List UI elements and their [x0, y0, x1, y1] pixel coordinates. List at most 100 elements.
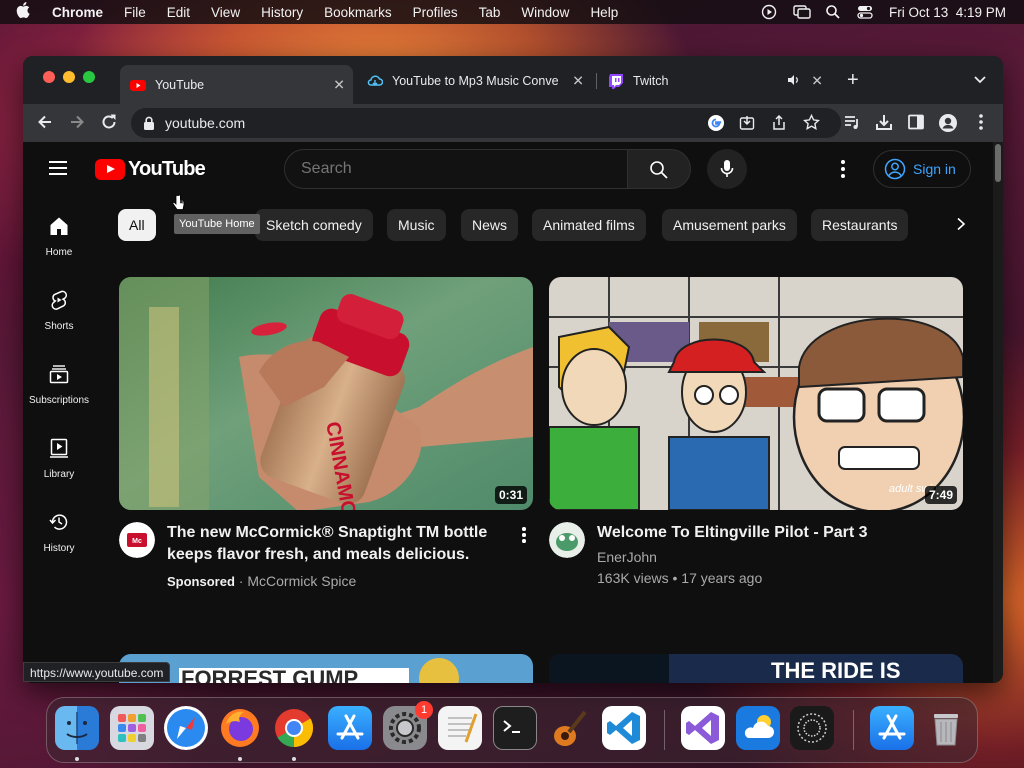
thumb-text: THE RIDE IS [771, 658, 901, 683]
lock-icon[interactable] [143, 116, 155, 133]
chip-sketch-comedy[interactable]: Sketch comedy [255, 209, 373, 241]
new-tab-button[interactable]: + [847, 70, 859, 90]
close-tab-icon[interactable]: ✕ [333, 76, 345, 93]
dock-vscode[interactable] [602, 706, 646, 750]
menu-history[interactable]: History [261, 5, 303, 20]
sidebar-item-label: Subscriptions [28, 395, 90, 406]
sidebar-item-shorts[interactable]: Shorts [23, 272, 95, 346]
profile-avatar-icon[interactable] [938, 113, 958, 133]
spotlight-search-icon[interactable] [825, 4, 841, 20]
channel-name[interactable]: McCormick Spice [247, 573, 356, 589]
video-thumbnail-partial[interactable]: FORREST GUMP [119, 654, 533, 683]
dock-app-store[interactable] [328, 706, 372, 750]
sidebar-item-history[interactable]: History [23, 494, 95, 568]
dock-textedit[interactable] [438, 706, 482, 750]
speaker-icon[interactable] [787, 73, 801, 90]
menu-bookmarks[interactable]: Bookmarks [324, 5, 392, 20]
video-title[interactable]: The new McCormick® Snaptight TM bottle k… [167, 522, 507, 566]
forward-button[interactable] [67, 113, 87, 133]
video-card-mccormick[interactable]: CINNAMON 0:31 Mc The new McCormick® Snap… [119, 277, 533, 597]
tab-search-chevron-icon[interactable] [973, 72, 987, 91]
dock-geforce-filter[interactable] [790, 706, 834, 750]
media-queue-icon[interactable] [842, 113, 862, 133]
menu-tab[interactable]: Tab [479, 5, 501, 20]
notification-badge: 1 [415, 701, 433, 719]
chip-amusement-parks[interactable]: Amusement parks [662, 209, 797, 241]
chrome-menu-icon[interactable] [971, 113, 991, 133]
chip-all[interactable]: All [118, 209, 156, 241]
voice-search-button[interactable] [707, 149, 747, 189]
chevron-right-icon[interactable] [949, 213, 973, 237]
menu-help[interactable]: Help [590, 5, 618, 20]
menu-bar: Chrome File Edit View History Bookmarks … [0, 0, 1024, 24]
menu-edit[interactable]: Edit [167, 5, 190, 20]
settings-menu-icon[interactable] [841, 160, 845, 178]
channel-avatar[interactable]: Mc [119, 522, 155, 558]
video-thumbnail[interactable]: adult swim 7:49 [549, 277, 963, 510]
youtube-logo[interactable]: YouTube [95, 158, 206, 181]
link-status-bubble: https://www.youtube.com [23, 662, 171, 682]
share-icon[interactable] [771, 114, 787, 134]
close-window-button[interactable] [43, 71, 55, 83]
media-play-icon[interactable] [761, 4, 777, 20]
scrollbar-thumb[interactable] [995, 144, 1001, 182]
dock-garageband[interactable] [547, 706, 591, 750]
dock-app-store-downloads[interactable] [870, 706, 914, 750]
close-tab-icon[interactable]: ✕ [572, 72, 584, 89]
dock-finder[interactable] [55, 706, 99, 750]
sign-in-button[interactable]: Sign in [873, 150, 971, 188]
google-lens-icon[interactable] [707, 114, 725, 135]
dock-terminal[interactable] [493, 706, 537, 750]
menu-clock[interactable]: Fri Oct 13 4:19 PM [889, 5, 1006, 20]
chip-music[interactable]: Music [387, 209, 446, 241]
dock-launchpad[interactable] [110, 706, 154, 750]
install-app-icon[interactable] [739, 115, 755, 134]
bookmark-star-icon[interactable] [803, 113, 820, 134]
sidebar-item-home[interactable]: Home [23, 198, 95, 272]
apple-menu-icon[interactable] [16, 2, 34, 22]
zoom-window-button[interactable] [83, 71, 95, 83]
close-tab-icon[interactable]: ✕ [811, 72, 823, 89]
search-input[interactable] [284, 149, 628, 189]
channel-avatar[interactable] [549, 522, 585, 558]
dock-trash[interactable] [924, 706, 968, 750]
video-thumbnail[interactable]: CINNAMON 0:31 [119, 277, 533, 510]
video-action-menu-icon[interactable] [522, 527, 526, 545]
youtube-logo-text: YouTube [128, 158, 206, 180]
chip-restaurants[interactable]: Restaurants [811, 209, 909, 241]
dock-safari[interactable] [164, 706, 208, 750]
channel-name[interactable]: EnerJohn [597, 549, 657, 565]
dock-firefox[interactable] [218, 706, 262, 750]
menu-view[interactable]: View [211, 5, 240, 20]
tab-mp3-converter[interactable]: YouTube to Mp3 Music Conve ✕ [357, 65, 592, 96]
tab-twitch[interactable]: Twitch ✕ [598, 65, 831, 96]
sidebar-item-library[interactable]: Library [23, 420, 95, 494]
screen-mirroring-icon[interactable] [793, 4, 811, 20]
page-scrollbar[interactable] [993, 142, 1003, 683]
video-thumbnail-partial[interactable]: THE RIDE IS [549, 654, 963, 683]
dock-visual-studio[interactable] [681, 706, 725, 750]
sidebar-item-subscriptions[interactable]: Subscriptions [23, 346, 95, 420]
dock-icloud[interactable] [736, 706, 780, 750]
side-panel-icon[interactable] [906, 113, 926, 133]
guide-menu-icon[interactable] [49, 161, 67, 175]
tab-youtube[interactable]: YouTube ✕ [120, 65, 353, 104]
back-button[interactable] [35, 113, 55, 133]
video-title[interactable]: Welcome To Eltingville Pilot - Part 3 [597, 522, 937, 544]
search-button[interactable] [627, 149, 691, 189]
chip-news[interactable]: News [461, 209, 519, 241]
menu-app-name[interactable]: Chrome [52, 5, 103, 20]
url-text[interactable]: youtube.com [165, 115, 245, 131]
menu-profiles[interactable]: Profiles [413, 5, 458, 20]
menu-window[interactable]: Window [521, 5, 569, 20]
window-controls [43, 71, 95, 83]
chip-animated-films[interactable]: Animated films [532, 209, 646, 241]
address-bar[interactable]: youtube.com [131, 108, 841, 138]
minimize-window-button[interactable] [63, 71, 75, 83]
reload-button[interactable] [99, 113, 119, 133]
video-card-eltingville[interactable]: adult swim 7:49 Welcome To Eltingville P… [549, 277, 963, 597]
menu-file[interactable]: File [124, 5, 146, 20]
dock-chrome[interactable] [272, 706, 316, 750]
control-center-icon[interactable] [857, 4, 873, 20]
downloads-icon[interactable] [874, 113, 894, 133]
